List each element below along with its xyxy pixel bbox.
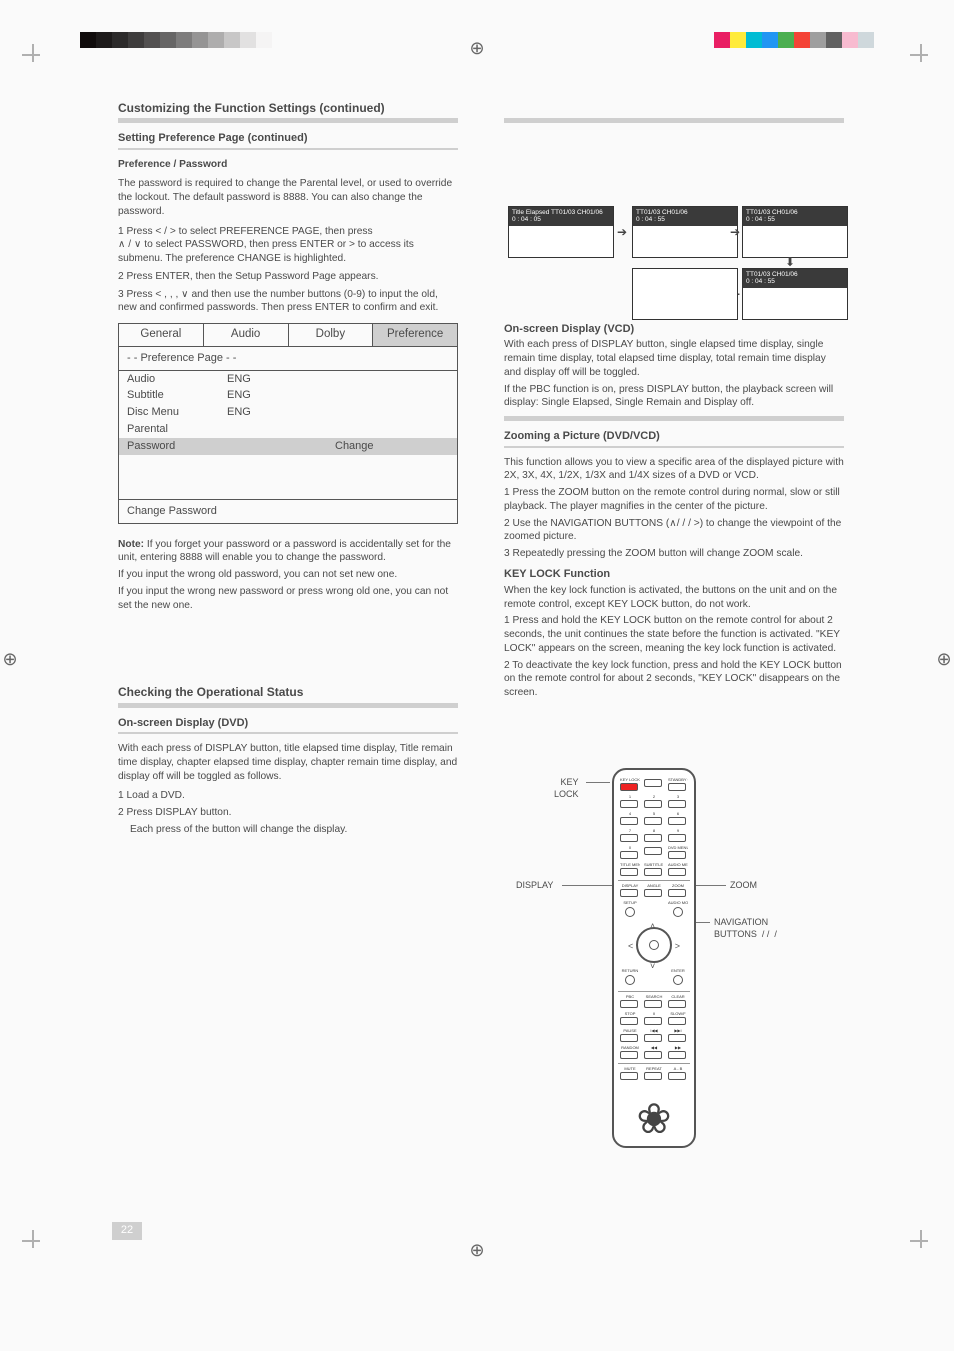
registration-mark: ⊕ <box>0 647 20 671</box>
list-item: 1 Press the ZOOM button on the remote co… <box>504 486 844 514</box>
menu-tab: General <box>119 324 204 346</box>
list-item: 1 Load a DVD. <box>118 789 458 803</box>
list-item: 1 Press and hold the KEY LOCK button on … <box>504 614 844 655</box>
color-bar <box>80 32 272 48</box>
arrow-icon: ➔ <box>730 224 740 240</box>
osd-sequence: Title Elapsed TT01/03 CH01/060 : 04 : 05… <box>504 206 844 316</box>
body-text: Note: If you forget your password or a p… <box>118 538 458 566</box>
osd-box: TT01/03 CH01/060 : 04 : 55 <box>632 206 738 258</box>
osd-box: TT01/03 CH01/060 : 04 : 55 <box>742 206 848 258</box>
list-item: 2 Press ENTER, then the Setup Password P… <box>118 270 458 284</box>
color-bar <box>714 32 874 48</box>
menu-footer: Change Password <box>119 500 457 523</box>
section-title: Checking the Operational Status <box>118 684 458 700</box>
crop-mark <box>22 1230 44 1252</box>
menu-row-highlight: Password Change <box>119 438 457 455</box>
subsection-title: Setting Preference Page (continued) <box>118 131 458 146</box>
osd-box <box>632 268 738 320</box>
list-item: 3 Press < , , , ∨ and then use the numbe… <box>118 288 458 316</box>
registration-mark: ⊕ <box>934 647 954 671</box>
list-item: 2 Press DISPLAY button. <box>118 806 458 820</box>
list-item: 1 Press < / > to select PREFERENCE PAGE,… <box>118 225 458 266</box>
body-text: This function allows you to view a speci… <box>504 456 844 484</box>
section-title: Customizing the Function Settings (conti… <box>118 100 458 116</box>
body-text: Each press of the button will change the… <box>118 823 458 837</box>
heading: KEY LOCK Function <box>504 567 844 582</box>
list-item: 2 To deactivate the key lock function, p… <box>504 659 844 700</box>
osd-box: Title Elapsed TT01/03 CH01/060 : 04 : 05 <box>508 206 614 258</box>
callout-zoom: ZOOM <box>730 879 757 891</box>
menu-tab: Audio <box>204 324 289 346</box>
body-text: With each press of DISPLAY button, singl… <box>504 338 844 379</box>
arrow-icon: ➔ <box>617 224 627 240</box>
heading: Preference / Password <box>118 158 458 172</box>
menu-row: Disc MenuENG <box>119 404 457 421</box>
character-illustration: ❀ <box>620 1098 688 1140</box>
body-text: If you input the wrong old password, you… <box>118 568 458 582</box>
callout-key-lock: KEY LOCK <box>554 776 579 800</box>
list-item: 3 Repeatedly pressing the ZOOM button wi… <box>504 547 844 561</box>
crop-mark <box>910 1230 932 1252</box>
registration-mark: ⊕ <box>467 1238 487 1262</box>
registration-mark: ⊕ <box>467 36 487 60</box>
setup-menu-box: GeneralAudioDolbyPreference - - Preferen… <box>118 323 458 523</box>
heading: On-screen Display (VCD) <box>504 322 844 337</box>
subsection-title: On-screen Display (DVD) <box>118 716 458 731</box>
menu-row: SubtitleENG <box>119 387 457 404</box>
menu-tab: Dolby <box>289 324 374 346</box>
callout-display: DISPLAY <box>516 879 553 891</box>
body-text: If you input the wrong new password or p… <box>118 585 458 613</box>
crop-mark <box>910 44 932 66</box>
body-text: If the PBC function is on, press DISPLAY… <box>504 383 844 411</box>
body-text: When the key lock function is activated,… <box>504 584 844 612</box>
body-text: With each press of DISPLAY button, title… <box>118 742 458 783</box>
menu-page-title: - - Preference Page - - <box>119 347 457 371</box>
subsection-title: Zooming a Picture (DVD/VCD) <box>504 429 844 444</box>
page-number: 22 <box>112 1222 142 1240</box>
menu-tab: Preference <box>373 324 457 346</box>
osd-box: TT01/03 CH01/060 : 04 : 55 <box>742 268 848 320</box>
crop-mark <box>22 44 44 66</box>
menu-row: Parental <box>119 421 457 438</box>
list-item: 2 Use the NAVIGATION BUTTONS (∧/ / / >) … <box>504 517 844 545</box>
callout-navigation: NAVIGATION BUTTONS / / / <box>714 916 777 940</box>
body-text: The password is required to change the P… <box>118 177 458 218</box>
menu-row: AudioENG <box>119 371 457 388</box>
remote-control: KEY LOCKSTANDBY ON/OFF1234567890DVD MENU… <box>612 768 696 1148</box>
